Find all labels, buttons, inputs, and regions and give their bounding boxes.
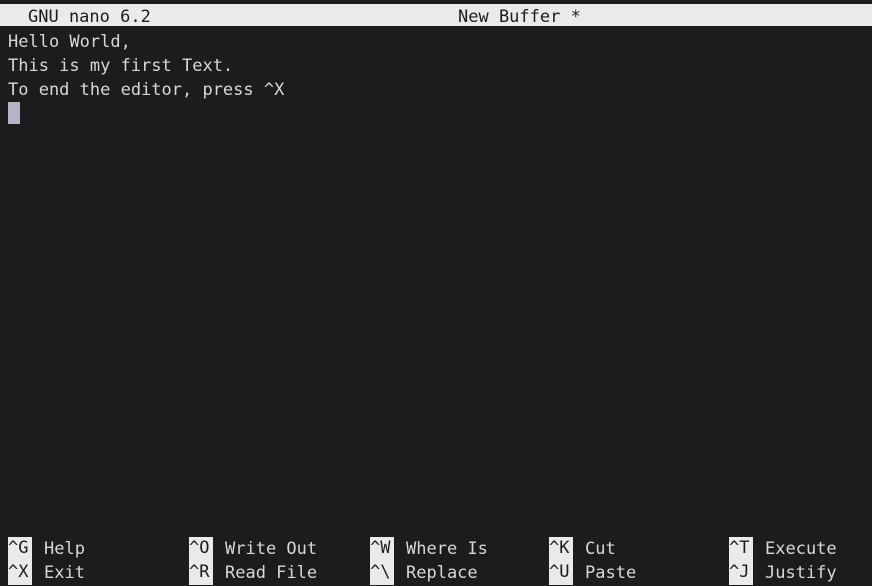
shortcut-execute[interactable]: ^T Execute [729,537,837,561]
shortcut-read-file[interactable]: ^R Read File [189,561,317,585]
shortcut-paste[interactable]: ^U Paste [549,561,636,585]
shortcut-label-exit: Exit [44,563,85,583]
shortcut-label-write-out: Write Out [225,539,318,559]
shortcut-help[interactable]: ^G Help [8,537,90,561]
shortcut-key-badge-ctrl-g: ^G [8,537,32,561]
editor-line-1: Hello World, [8,32,131,52]
shortcut-key-badge-ctrl-r: ^R [189,561,213,585]
nano-terminal-window: GNU nano 6.2 New Buffer * Hello World, T… [0,0,872,586]
shortcut-key-badge-ctrl-w: ^W [370,537,394,561]
shortcut-label-execute: Execute [765,539,837,559]
shortcut-label-paste: Paste [585,563,637,583]
shortcut-key-badge-ctrl-t: ^T [729,537,753,561]
shortcut-cut[interactable]: ^K Cut [549,537,631,561]
shortcut-label-read-file: Read File [225,563,318,583]
shortcut-justify[interactable]: ^J Justify [729,561,837,585]
shortcut-exit[interactable]: ^X Exit [8,561,90,585]
shortcut-key-badge-ctrl-u: ^U [549,561,573,585]
shortcut-label-where-is: Where Is [406,539,488,559]
editor-line-3: To end the editor, press ^X [8,80,285,100]
shortcut-label-help: Help [44,539,85,559]
shortcut-label-replace: Replace [406,563,478,583]
editor-text-area[interactable]: Hello World, This is my first Text. To e… [0,26,872,531]
titlebar: GNU nano 6.2 New Buffer * [0,4,872,27]
text-cursor [8,102,20,124]
shortcut-key-badge-ctrl-o: ^O [189,537,213,561]
shortcut-write-out[interactable]: ^O Write Out [189,537,317,561]
shortcut-bar: ^G Help ^X Exit ^O Write Out ^R Read Fil… [0,531,872,586]
shortcut-replace[interactable]: ^\ Replace [370,561,478,585]
shortcut-key-badge-ctrl-k: ^K [549,537,573,561]
shortcut-where-is[interactable]: ^W Where Is [370,537,488,561]
shortcut-key-badge-ctrl-j: ^J [729,561,753,585]
shortcut-label-justify: Justify [765,563,837,583]
shortcut-key-badge-ctrl-backslash: ^\ [370,561,394,585]
shortcut-label-cut: Cut [585,539,616,559]
editor-line-2: This is my first Text. [8,56,234,76]
shortcut-key-badge-ctrl-x: ^X [8,561,32,585]
